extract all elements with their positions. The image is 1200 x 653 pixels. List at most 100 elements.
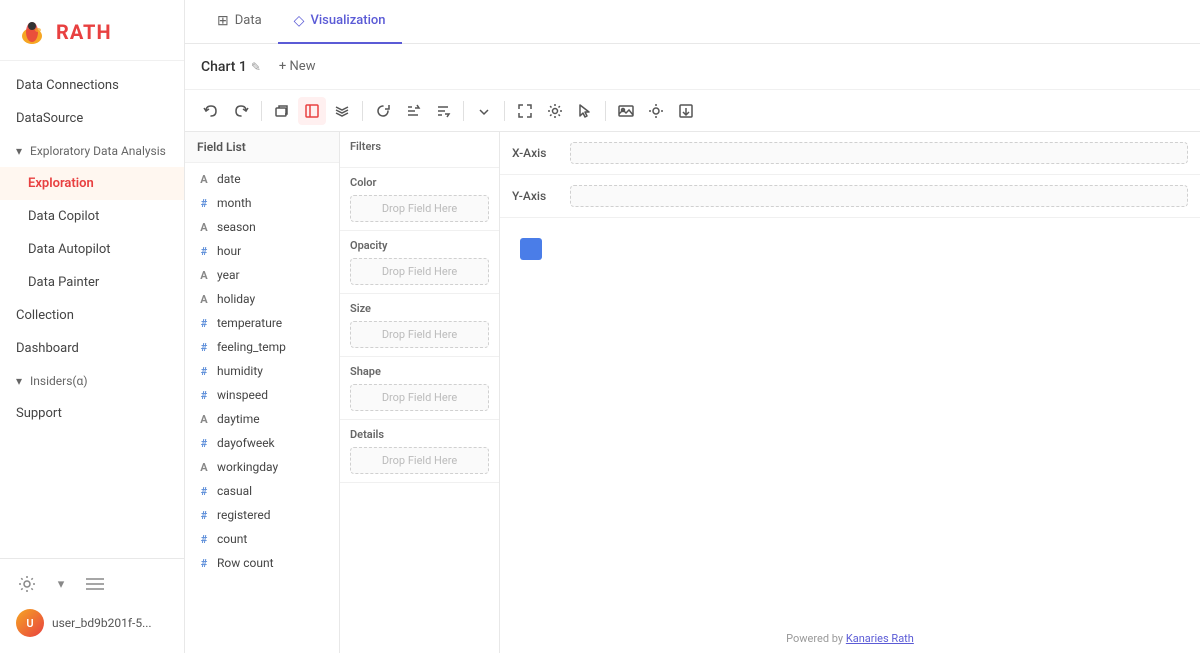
field-type-icon-str: A	[197, 221, 211, 234]
color-label: Color	[350, 176, 489, 189]
toolbar-divider-5	[605, 101, 606, 121]
shape-section: Shape Drop Field Here	[340, 357, 499, 420]
refresh-button[interactable]	[369, 97, 397, 125]
sidebar-item-data-painter[interactable]: Data Painter	[0, 266, 184, 299]
collapse-icon: ▾	[16, 144, 22, 158]
shape-drop-label: Drop Field Here	[382, 391, 457, 404]
config-panel: Filters Color Drop Field Here Opacity Dr…	[340, 132, 500, 653]
field-item-winspeed[interactable]: # winspeed	[185, 383, 339, 407]
field-item-daytime[interactable]: A daytime	[185, 407, 339, 431]
opacity-drop-zone[interactable]: Drop Field Here	[350, 258, 489, 285]
field-item-row-count[interactable]: # Row count	[185, 551, 339, 575]
list-icon[interactable]	[84, 573, 106, 595]
user-row[interactable]: U user_bd9b201f-5...	[16, 601, 168, 645]
field-item-workingday[interactable]: A workingday	[185, 455, 339, 479]
y-axis-label: Y-Axis	[512, 189, 562, 203]
sidebar-item-label: Dashboard	[16, 341, 79, 356]
field-item-count[interactable]: # count	[185, 527, 339, 551]
redo-button[interactable]	[227, 97, 255, 125]
field-type-icon-str: A	[197, 293, 211, 306]
sort-asc-button[interactable]	[399, 97, 427, 125]
logo-text: RATH	[56, 20, 112, 44]
sidebar-item-label: Support	[16, 406, 62, 421]
chevron-down-icon[interactable]: ▾	[50, 573, 72, 595]
main-content: ⊞ Data ◇ Visualization Chart 1 ✎ + New	[185, 0, 1200, 653]
kanaries-link[interactable]: Kanaries Rath	[846, 632, 914, 645]
field-name: date	[217, 172, 241, 186]
sidebar-item-insiders-header[interactable]: ▾ Insiders(α)	[0, 365, 184, 397]
sidebar-item-exploration[interactable]: Exploration	[0, 167, 184, 200]
sidebar-bottom: ▾ U user_bd9b201f-5...	[0, 558, 184, 653]
sidebar-nav: Data Connections DataSource ▾ Explorator…	[0, 61, 184, 558]
y-axis-drop-zone[interactable]	[570, 185, 1188, 207]
field-item-holiday[interactable]: A holiday	[185, 287, 339, 311]
tab-data[interactable]: ⊞ Data	[201, 0, 278, 44]
sidebar-item-support[interactable]: Support	[0, 397, 184, 430]
opacity-label: Opacity	[350, 239, 489, 252]
sidebar-item-data-copilot[interactable]: Data Copilot	[0, 200, 184, 233]
sidebar-item-label: Data Painter	[28, 275, 99, 290]
field-item-feeling-temp[interactable]: # feeling_temp	[185, 335, 339, 359]
field-item-date[interactable]: A date	[185, 167, 339, 191]
settings-shortcut-icon[interactable]	[16, 573, 38, 595]
field-item-casual[interactable]: # casual	[185, 479, 339, 503]
field-type-icon-num: #	[197, 533, 211, 546]
field-type-icon-num: #	[197, 197, 211, 210]
sidebar-item-collection[interactable]: Collection	[0, 299, 184, 332]
field-list-panel: Field List A date # month A season # hou…	[185, 132, 340, 653]
field-item-temperature[interactable]: # temperature	[185, 311, 339, 335]
sidebar-item-datasource[interactable]: DataSource	[0, 102, 184, 135]
field-item-humidity[interactable]: # humidity	[185, 359, 339, 383]
fullscreen-button[interactable]	[511, 97, 539, 125]
field-name: hour	[217, 244, 241, 258]
sidebar-item-label: Exploration	[28, 176, 94, 191]
chart-settings-button[interactable]	[541, 97, 569, 125]
export-button[interactable]	[672, 97, 700, 125]
sidebar-item-data-autopilot[interactable]: Data Autopilot	[0, 233, 184, 266]
chart-color-swatch[interactable]	[520, 238, 542, 260]
layers-button[interactable]	[328, 97, 356, 125]
field-name: winspeed	[217, 388, 268, 402]
color-drop-zone[interactable]: Drop Field Here	[350, 195, 489, 222]
tab-visualization[interactable]: ◇ Visualization	[278, 0, 402, 44]
sidebar-logo: RATH	[0, 0, 184, 61]
field-item-registered[interactable]: # registered	[185, 503, 339, 527]
undo-button[interactable]	[197, 97, 225, 125]
cursor-button[interactable]	[571, 97, 599, 125]
sidebar-item-label: Exploratory Data Analysis	[30, 144, 166, 158]
sidebar-item-data-connections[interactable]: Data Connections	[0, 69, 184, 102]
avatar: U	[16, 609, 44, 637]
field-item-hour[interactable]: # hour	[185, 239, 339, 263]
field-type-icon-num: #	[197, 341, 211, 354]
details-section: Details Drop Field Here	[340, 420, 499, 483]
field-item-month[interactable]: # month	[185, 191, 339, 215]
sidebar-item-eda-header[interactable]: ▾ Exploratory Data Analysis	[0, 135, 184, 167]
highlight-button[interactable]	[298, 97, 326, 125]
bottom-icons-row: ▾	[16, 567, 168, 601]
image-button[interactable]	[612, 97, 640, 125]
chart-area: Powered by Kanaries Rath	[500, 218, 1200, 653]
shape-drop-zone[interactable]: Drop Field Here	[350, 384, 489, 411]
details-drop-zone[interactable]: Drop Field Here	[350, 447, 489, 474]
field-name: year	[217, 268, 240, 282]
field-item-year[interactable]: A year	[185, 263, 339, 287]
tab-visualization-label: Visualization	[310, 13, 385, 28]
image-settings-button[interactable]	[642, 97, 670, 125]
field-type-icon-str: A	[197, 461, 211, 474]
field-type-icon-str: A	[197, 413, 211, 426]
new-chart-button[interactable]: + New	[273, 57, 322, 76]
chevron-dropdown-button[interactable]	[470, 97, 498, 125]
chart-title-bar: Chart 1 ✎ + New	[185, 44, 1200, 90]
field-item-season[interactable]: A season	[185, 215, 339, 239]
edit-icon[interactable]: ✎	[251, 60, 261, 74]
sort-desc-button[interactable]	[429, 97, 457, 125]
size-drop-label: Drop Field Here	[382, 328, 457, 341]
field-item-dayofweek[interactable]: # dayofweek	[185, 431, 339, 455]
toolbar-divider-2	[362, 101, 363, 121]
x-axis-drop-zone[interactable]	[570, 142, 1188, 164]
size-drop-zone[interactable]: Drop Field Here	[350, 321, 489, 348]
size-section: Size Drop Field Here	[340, 294, 499, 357]
cube-button[interactable]	[268, 97, 296, 125]
sidebar-item-dashboard[interactable]: Dashboard	[0, 332, 184, 365]
field-name: season	[217, 220, 256, 234]
